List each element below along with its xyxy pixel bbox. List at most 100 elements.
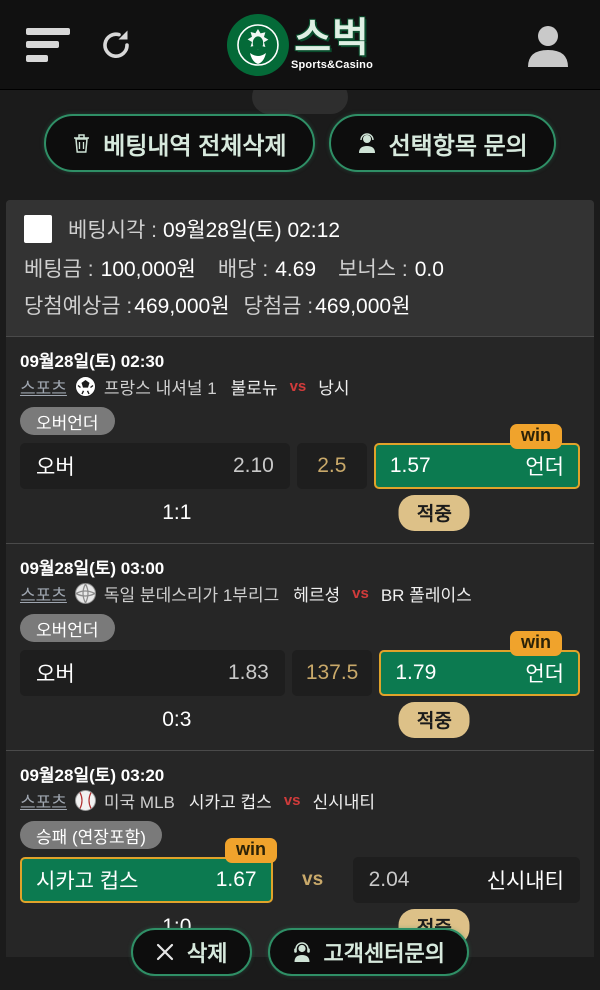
league-name: 독일 분데스리가 1부리그 (103, 586, 280, 605)
match-time: 09월28일(토) 03:20 (20, 766, 165, 785)
customer-support-label: 고객센터문의 (323, 941, 445, 966)
customer-support-button[interactable]: 고객센터문의 (267, 928, 469, 976)
top-action-bar: 베팅내역 전체삭제 선택항목 문의 (0, 114, 600, 172)
match-row: 09월28일(토) 02:30 스포츠 프랑스 내셔널 1 불로뉴 vs 낭시 … (6, 336, 594, 543)
user-account-icon[interactable] (522, 19, 574, 71)
match-result-row: 1:1 적중 (20, 493, 580, 533)
stake-value: 100,000원 (100, 258, 196, 281)
match-score: 1:1 (162, 501, 192, 524)
win-tag: win (510, 424, 562, 449)
bet-payout-row: 당첨예상금 : 469,000원 당첨금 : 469,000원 (24, 290, 576, 320)
refresh-icon[interactable] (96, 25, 136, 65)
expected-payout-value: 469,000원 (134, 295, 230, 318)
bet-time-row: 베팅시각 : 09월28일(토) 02:12 (24, 214, 576, 244)
betting-slip-app: 스벅 Sports&Casino 베팅내역 전체삭제 선택항목 문의 베팅시각 … (0, 0, 600, 990)
market-type-badge: 승패 (연장포함) (20, 821, 162, 849)
sports-link[interactable]: 스포츠 (20, 374, 67, 399)
odds-option-right-value: 2.04 (368, 868, 410, 891)
agent-icon (357, 132, 377, 154)
status-badge: 적중 (398, 702, 470, 738)
brand-name-ko: 스벅 (294, 16, 370, 60)
odds-option-left-value: 2.10 (232, 454, 274, 477)
baseball-icon (74, 790, 96, 811)
bet-summary: 베팅시각 : 09월28일(토) 02:12 베팅금 : 100,000원 배당… (6, 200, 594, 336)
hamburger-icon[interactable] (26, 27, 70, 62)
match-league-line: 스포츠 미국 MLB 시카고 컵스 vs 신시내티 (20, 788, 580, 813)
selected-item-inquiry-label: 선택항목 문의 (388, 132, 528, 160)
odds-option-right-value: 1.79 (395, 661, 437, 684)
away-team-name: 신시내티 (312, 793, 376, 812)
odds-selection-row: 오버 1.83 137.5 1.79 언더 win (20, 631, 580, 696)
vs-divider: vs (302, 869, 324, 890)
odds-selection-row: 오버 2.10 2.5 1.57 언더 win (20, 424, 580, 489)
sports-link[interactable]: 스포츠 (20, 581, 67, 606)
delete-all-bets-button[interactable]: 베팅내역 전체삭제 (44, 114, 315, 172)
market-type-badge: 오버언더 (20, 614, 115, 642)
odds-option-left-label: 오버 (36, 456, 75, 479)
bottom-action-bar: 삭제 고객센터문의 (0, 928, 600, 976)
odds-selection-row: 시카고 컵스 1.67 vs 2.04 신시내티 win (20, 838, 580, 903)
stake-label: 베팅금 : (24, 258, 94, 281)
match-row: 09월28일(토) 03:20 스포츠 미국 MLB 시카고 컵스 vs 신시내… (6, 750, 594, 957)
bet-amounts-row: 베팅금 : 100,000원 배당 : 4.69 보너스 : 0.0 (24, 253, 576, 283)
delete-all-bets-label: 베팅내역 전체삭제 (103, 132, 287, 160)
win-tag: win (510, 631, 562, 656)
match-time: 09월28일(토) 03:00 (20, 559, 165, 578)
market-type-badge: 오버언더 (20, 407, 115, 435)
payout-label: 당첨금 : (243, 295, 314, 318)
brand-logo[interactable]: 스벅 Sports&Casino (226, 13, 373, 76)
match-row: 09월28일(토) 03:00 스포츠 독일 분데스리가 1부리그 헤르셩 vs… (6, 543, 594, 750)
away-team-name: BR 폴레이스 (380, 586, 472, 605)
odds-option-left[interactable]: 시카고 컵스 1.67 (20, 857, 273, 903)
delete-bet-label: 삭제 (187, 941, 228, 966)
bet-slip-card: 베팅시각 : 09월28일(토) 02:12 베팅금 : 100,000원 배당… (6, 200, 594, 957)
bet-time-label: 베팅시각 : (68, 219, 157, 242)
trash-icon (72, 133, 91, 154)
match-league-line: 스포츠 프랑스 내셔널 1 불로뉴 vs 낭시 (20, 374, 580, 399)
vs-separator: vs (283, 792, 301, 809)
sports-link[interactable]: 스포츠 (20, 788, 67, 813)
siren-logo-icon (226, 13, 289, 76)
total-odds-label: 배당 : (217, 258, 269, 281)
odds-option-left-value: 1.67 (215, 868, 257, 891)
odds-option-right-label: 언더 (525, 663, 564, 686)
delete-bet-button[interactable]: 삭제 (131, 928, 252, 976)
away-team-name: 낭시 (318, 379, 350, 398)
match-time: 09월28일(토) 02:30 (20, 352, 165, 371)
odds-option-right[interactable]: 1.57 언더 (373, 443, 580, 489)
select-bet-checkbox[interactable] (24, 215, 52, 243)
bonus-label: 보너스 : (338, 258, 408, 281)
handicap-line-value: 2.5 (296, 443, 367, 489)
win-tag: win (225, 838, 277, 863)
header-left-controls (0, 25, 136, 65)
brand-text: 스벅 Sports&Casino (291, 18, 373, 71)
close-x-icon (155, 942, 175, 962)
app-header: 스벅 Sports&Casino (0, 0, 600, 90)
odds-option-right[interactable]: 1.79 언더 (379, 650, 580, 696)
odds-option-left[interactable]: 오버 2.10 (20, 443, 290, 489)
selected-item-inquiry-button[interactable]: 선택항목 문의 (328, 114, 556, 172)
soccer-ball-icon (74, 376, 96, 397)
home-team-name: 시카고 컵스 (188, 793, 272, 812)
payout-value: 469,000원 (315, 295, 411, 318)
total-odds-value: 4.69 (275, 258, 317, 281)
expected-payout-label: 당첨예상금 : (24, 295, 133, 318)
odds-option-left-label: 오버 (36, 663, 75, 686)
volleyball-icon (74, 583, 96, 604)
vs-separator: vs (352, 585, 369, 602)
match-score: 0:3 (162, 708, 192, 731)
odds-option-left-label: 시카고 컵스 (36, 870, 139, 893)
odds-option-right-label: 언더 (525, 456, 564, 479)
bonus-value: 0.0 (414, 258, 444, 281)
odds-option-right-label: 신시내티 (486, 870, 564, 893)
match-league-line: 스포츠 독일 분데스리가 1부리그 헤르셩 vs BR 폴레이스 (20, 581, 580, 606)
odds-option-left-value: 1.83 (227, 661, 269, 684)
bet-time-value: 09월28일(토) 02:12 (162, 219, 341, 242)
league-name: 프랑스 내셔널 1 (103, 379, 217, 398)
odds-option-right[interactable]: 2.04 신시내티 (352, 857, 580, 903)
odds-option-right-value: 1.57 (389, 454, 431, 477)
home-team-name: 헤르셩 (293, 586, 341, 605)
odds-option-left[interactable]: 오버 1.83 (20, 650, 285, 696)
league-name: 미국 MLB (103, 793, 175, 812)
handicap-line-value: 137.5 (291, 650, 373, 696)
